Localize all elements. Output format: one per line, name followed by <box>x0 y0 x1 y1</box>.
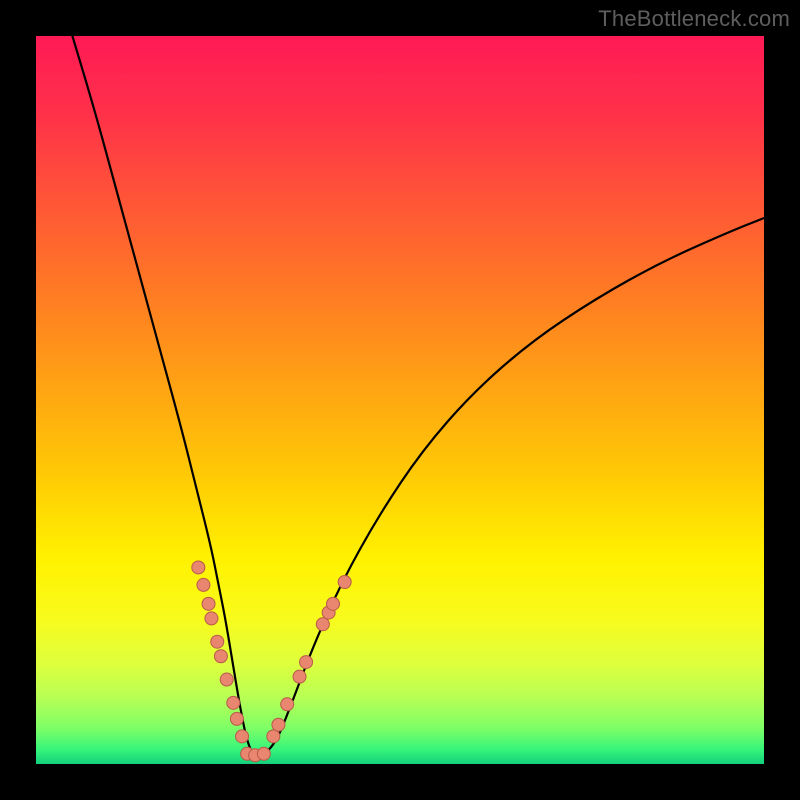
curve-dot <box>202 597 215 610</box>
curve-dot <box>211 635 224 648</box>
curve-dot <box>236 730 249 743</box>
watermark-text: TheBottleneck.com <box>598 6 790 32</box>
curve-dot <box>338 576 351 589</box>
curve-dot <box>316 618 329 631</box>
curve-dot <box>192 561 205 574</box>
curve-dot <box>327 597 340 610</box>
curve-dot <box>281 698 294 711</box>
curve-dot <box>227 696 240 709</box>
curve-dot <box>300 656 313 669</box>
curve-dot <box>267 730 280 743</box>
chart-svg <box>0 0 800 800</box>
curve-dot <box>220 673 233 686</box>
curve-dot <box>214 650 227 663</box>
plot-background <box>36 36 764 764</box>
chart-container: TheBottleneck.com <box>0 0 800 800</box>
curve-dot <box>197 578 210 591</box>
curve-dot <box>293 670 306 683</box>
curve-dot <box>230 712 243 725</box>
curve-dot <box>272 718 285 731</box>
curve-dot <box>205 612 218 625</box>
curve-dot <box>257 747 270 760</box>
